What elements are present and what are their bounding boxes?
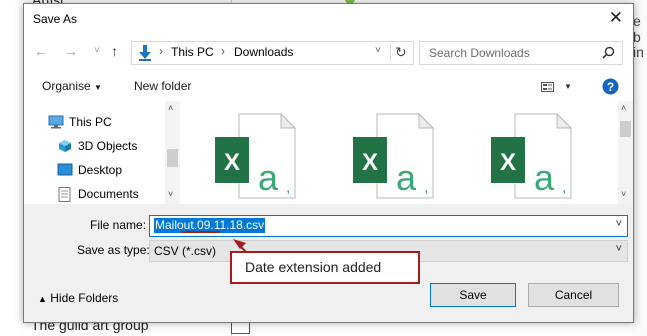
- annotation-overlay: [181, 231, 259, 265]
- annotation-arrowhead-icon: [233, 239, 246, 249]
- annotation-callout: Date extension added: [230, 251, 420, 284]
- annotation-text: Date extension added: [245, 259, 382, 275]
